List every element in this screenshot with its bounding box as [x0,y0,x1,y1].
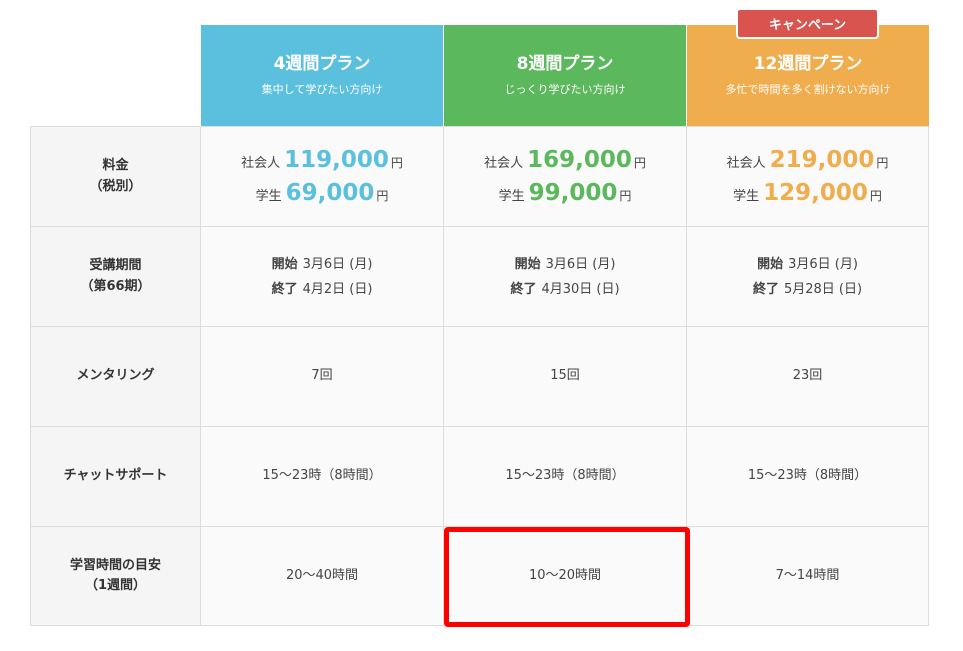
period-start: 開始 3月6日 (月) [757,258,858,271]
price-unit: 円 [619,188,632,203]
price-label: 学生 [733,188,760,204]
end-date: 4月30日 (日) [541,281,620,297]
chat-cell-8weeks: 15～23時（8時間） [444,426,687,526]
price-cell-12weeks: 社会人 219,000 円 学生 129,000 円 [687,126,929,226]
plan-header-12weeks: 12週間プラン 多忙で時間を多く割けない方向け [687,25,929,126]
price-student: 学生 69,000 円 [255,179,389,206]
price-unit: 円 [376,188,389,203]
row-label-line: （第66期） [80,278,151,294]
plan-subtitle: 多忙で時間を多く割けない方向け [725,83,891,97]
end-date: 4月2日 (日) [302,281,373,297]
period-start: 開始 3月6日 (月) [515,258,616,271]
period-end: 終了 5月28日 (日) [753,283,862,296]
price-professional: 社会人 219,000 円 [726,146,889,173]
price-amount: 99,000 [528,179,618,206]
period-end: 終了 4月2日 (日) [272,283,373,296]
price-cell-8weeks: 社会人 169,000 円 学生 99,000 円 [444,126,687,226]
plan-header-8weeks: 8週間プラン じっくり学びたい方向け [444,25,687,126]
row-label-chat-support: チャットサポート [30,426,201,526]
plan-title: 4週間プラン [273,53,371,74]
start-label: 開始 [757,256,784,272]
row-label-study-time: 学習時間の目安 （1週間） [30,526,201,626]
study-cell-4weeks: 20～40時間 [201,526,444,626]
chat-cell-12weeks: 15～23時（8時間） [687,426,929,526]
start-label: 開始 [271,256,298,272]
plan-title: 12週間プラン [753,53,863,74]
row-label-line: （1週間） [84,578,147,593]
price-professional: 社会人 119,000 円 [241,146,403,173]
price-cell-4weeks: 社会人 119,000 円 学生 69,000 円 [201,126,444,226]
mentoring-cell-8weeks: 15回 [444,326,687,426]
row-label-line: （税別） [89,178,142,194]
price-amount: 169,000 [527,146,632,173]
price-label: 学生 [498,188,525,204]
mentoring-cell-12weeks: 23回 [687,326,929,426]
row-label-line: チャットサポート [63,468,168,484]
row-label-price: 料金 （税別） [30,126,201,226]
row-label-line: 受講期間 [89,258,142,274]
end-label: 終了 [752,281,779,297]
row-label-line: メンタリング [76,368,155,384]
price-unit: 円 [876,155,889,170]
price-amount: 129,000 [763,179,868,206]
plan-subtitle: じっくり学びたい方向け [504,83,626,97]
plan-subtitle: 集中して学びたい方向け [261,83,383,97]
end-label: 終了 [510,281,537,297]
end-date: 5月28日 (日) [783,281,863,297]
price-label: 社会人 [484,155,524,171]
period-start: 開始 3月6日 (月) [272,258,373,271]
mentoring-cell-4weeks: 7回 [201,326,444,426]
price-amount: 219,000 [769,146,875,173]
period-cell-4weeks: 開始 3月6日 (月) 終了 4月2日 (日) [201,226,444,326]
price-label: 社会人 [241,155,281,171]
start-date: 3月6日 (月) [302,256,373,272]
start-label: 開始 [514,256,541,272]
row-label-line: 学習時間の目安 [69,557,161,573]
chat-cell-4weeks: 15～23時（8時間） [201,426,444,526]
price-student: 学生 99,000 円 [498,179,632,206]
row-label-mentoring: メンタリング [30,326,201,426]
study-cell-12weeks: 7～14時間 [687,526,929,626]
highlight-box [444,527,690,627]
price-unit: 円 [869,188,882,203]
price-amount: 119,000 [284,146,389,173]
period-cell-12weeks: 開始 3月6日 (月) 終了 5月28日 (日) [687,226,929,326]
price-professional: 社会人 169,000 円 [484,146,646,173]
price-label: 学生 [255,188,282,204]
plan-header-4weeks: 4週間プラン 集中して学びたい方向け [201,25,444,126]
table-corner [30,25,201,126]
end-label: 終了 [271,281,298,297]
start-date: 3月6日 (月) [788,256,858,272]
price-label: 社会人 [726,155,766,171]
period-cell-8weeks: 開始 3月6日 (月) 終了 4月30日 (日) [444,226,687,326]
price-unit: 円 [390,155,403,170]
price-student: 学生 129,000 円 [733,179,882,206]
campaign-badge: キャンペーン [736,8,879,39]
price-unit: 円 [633,155,646,170]
period-end: 終了 4月30日 (日) [510,283,619,296]
price-amount: 69,000 [285,179,375,206]
row-label-line: 料金 [102,158,129,174]
row-label-period: 受講期間 （第66期） [30,226,201,326]
plan-title: 8週間プラン [516,53,614,74]
start-date: 3月6日 (月) [545,256,616,272]
